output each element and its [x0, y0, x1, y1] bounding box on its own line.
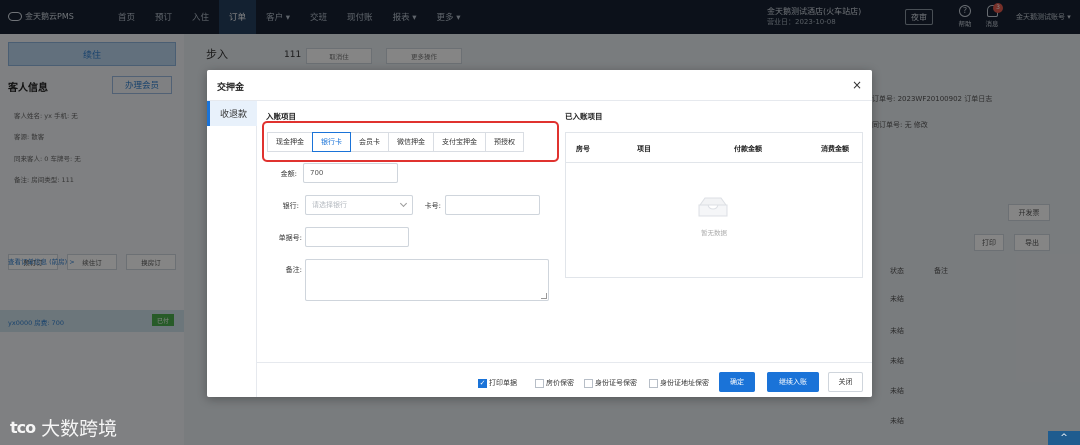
entered-section-title: 已入账项目 [565, 112, 603, 121]
receipt-number-label: 单据号: [278, 234, 302, 242]
checkbox-label: 房价保密 [546, 379, 574, 387]
payment-method-tabs: 现金押金 银行卡 会员卡 微信押金 支付宝押金 预授权 [267, 132, 524, 152]
id-address-confidential-checkbox[interactable]: 身份证地址保密 [649, 378, 709, 388]
close-icon[interactable]: × [852, 78, 862, 92]
modal-sidebar: 收退款 [207, 101, 257, 397]
card-number-input[interactable] [445, 195, 540, 215]
modal-title: 交押金 [217, 83, 245, 93]
watermark: tco 大数跨境 [10, 414, 117, 441]
table-header: 房号 项目 付款金额 消费金额 [566, 133, 862, 163]
checkbox-icon [535, 378, 544, 388]
tab-member-card[interactable]: 会员卡 [350, 132, 389, 152]
chevron-down-icon [399, 199, 408, 208]
column-header-consumption: 消费金额 [821, 145, 849, 153]
receipt-number-input[interactable] [305, 227, 409, 247]
id-number-confidential-checkbox[interactable]: 身份证号保密 [584, 378, 637, 388]
column-header-item: 项目 [637, 145, 651, 153]
card-number-label: 卡号: [424, 202, 441, 210]
close-button[interactable]: 关闭 [828, 372, 863, 392]
checkbox-label: 身份证地址保密 [660, 379, 709, 387]
column-header-room: 房号 [576, 145, 590, 153]
tab-alipay-deposit[interactable]: 支付宝押金 [433, 132, 486, 152]
tab-wechat-deposit[interactable]: 微信押金 [388, 132, 434, 152]
bank-select[interactable]: 请选择银行 [305, 195, 413, 215]
checkbox-icon [649, 378, 658, 388]
watermark-text: 大数跨境 [41, 418, 118, 440]
resize-handle-icon[interactable] [541, 293, 547, 299]
bank-label: 银行: [282, 202, 299, 210]
price-confidential-checkbox[interactable]: 房价保密 [535, 378, 574, 388]
print-receipt-checkbox[interactable]: ✓ 打印单据 [478, 378, 517, 388]
remark-textarea[interactable] [305, 259, 549, 301]
tab-cash-deposit[interactable]: 现金押金 [267, 132, 313, 152]
chevron-up-icon: ^ [1060, 433, 1068, 443]
scroll-top-button[interactable]: ^ [1048, 431, 1080, 445]
confirm-button[interactable]: 确定 [719, 372, 755, 392]
modal-header: 交押金 × [207, 70, 872, 101]
empty-text: 暂无数据 [701, 229, 727, 237]
checkbox-checked-icon: ✓ [478, 378, 487, 388]
tab-bank-card[interactable]: 银行卡 [312, 132, 351, 152]
checkbox-label: 打印单据 [489, 379, 517, 387]
amount-label: 金额: [280, 170, 297, 178]
continue-entry-button[interactable]: 继续入账 [767, 372, 819, 392]
bank-select-placeholder: 请选择银行 [312, 201, 347, 209]
tab-receive-refund[interactable]: 收退款 [207, 101, 257, 126]
empty-box-icon [698, 197, 728, 217]
amount-input[interactable]: 700 [303, 163, 398, 183]
deposit-modal: 交押金 × 收退款 入账项目 已入账项目 现金押金 银行卡 会员卡 微信押金 支… [207, 70, 872, 397]
watermark-logo: tco [10, 418, 36, 437]
tab-preauth[interactable]: 预授权 [485, 132, 524, 152]
checkbox-icon [584, 378, 593, 388]
entered-items-table: 房号 项目 付款金额 消费金额 暂无数据 [565, 132, 863, 278]
column-header-payment: 付款金额 [734, 145, 762, 153]
modal-footer: ✓ 打印单据 房价保密 身份证号保密 身份证地址保密 确定 继续入账 关闭 [257, 362, 872, 397]
checkbox-label: 身份证号保密 [595, 379, 637, 387]
remark-label: 备注: [285, 266, 302, 274]
